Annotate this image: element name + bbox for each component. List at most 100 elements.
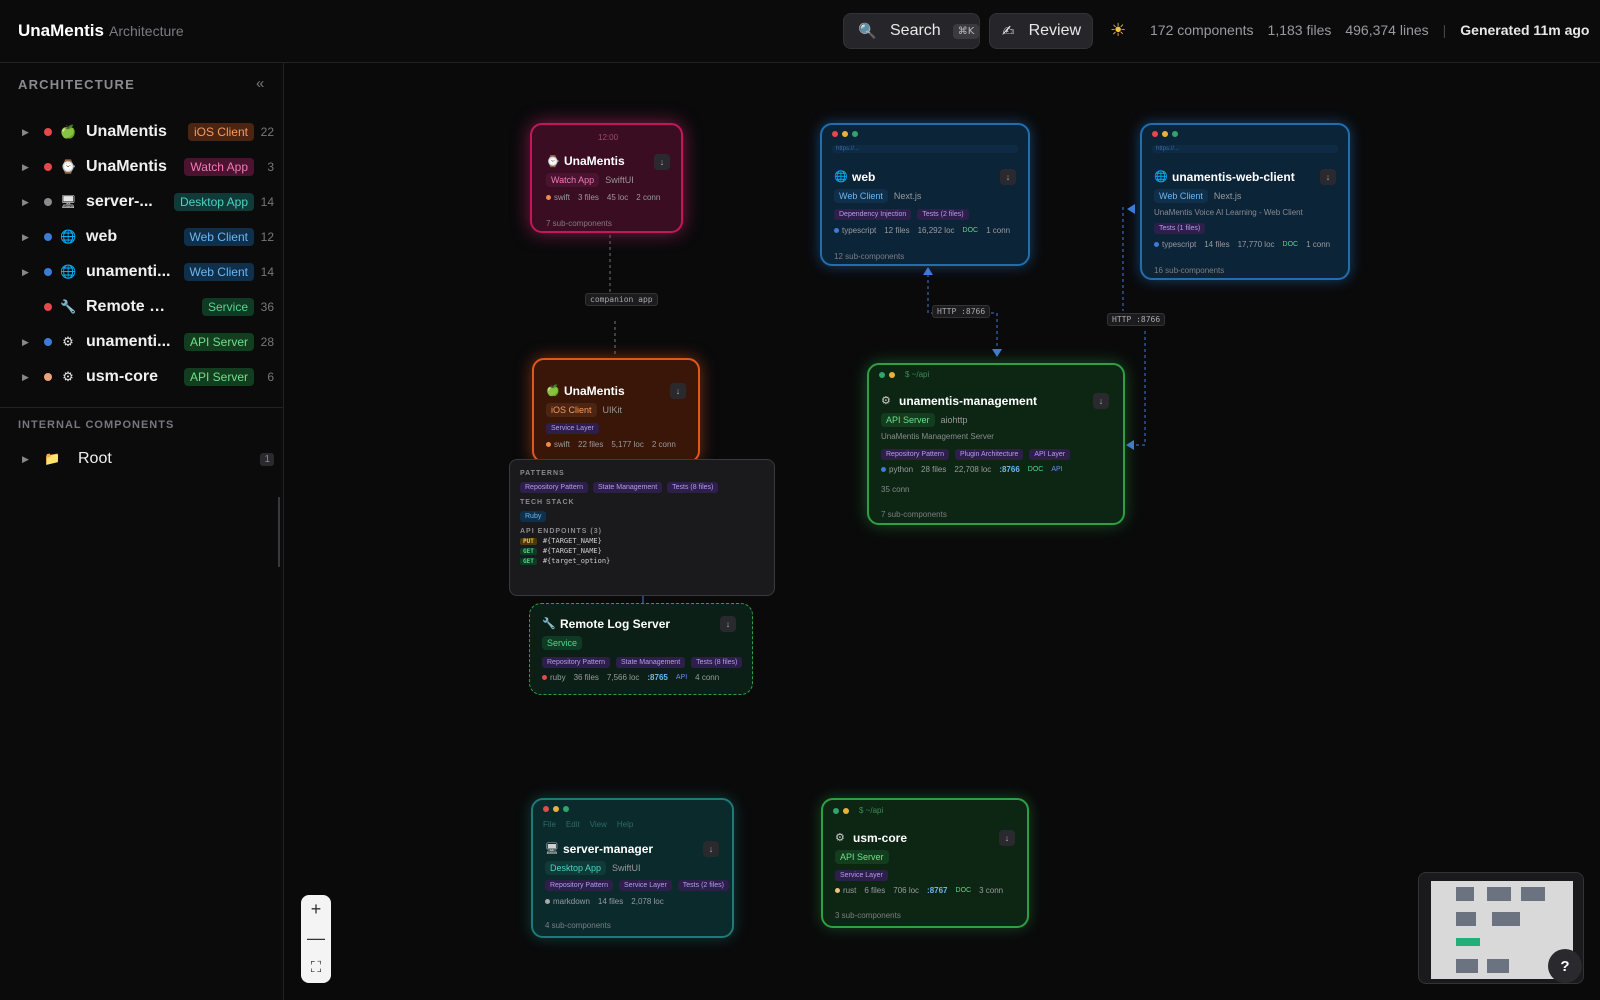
expand-icon[interactable]: ▶ xyxy=(22,232,32,243)
window-lights xyxy=(833,808,849,814)
tree-item-unamentis-web-client[interactable]: ▶ 🌐 unamenti... Web Client 14 xyxy=(0,257,284,287)
expand-icon[interactable]: ▶ xyxy=(22,454,32,465)
type-badge: Desktop App xyxy=(173,193,254,211)
download-icon[interactable]: ↓ xyxy=(1000,169,1016,185)
details-popover: PATTERNS Repository Pattern State Manage… xyxy=(509,459,775,596)
pattern-tag: Service Layer xyxy=(618,880,672,891)
download-icon[interactable]: ↓ xyxy=(654,154,670,170)
pattern-tag: Repository Pattern xyxy=(545,880,613,891)
download-icon[interactable]: ↓ xyxy=(720,616,736,632)
pattern-tag: Dependency Injection xyxy=(834,209,912,220)
gear-icon: ⚙ xyxy=(62,334,74,349)
sidebar-divider xyxy=(0,407,284,408)
tech-label: SwiftUI xyxy=(605,175,634,185)
tree-item-root[interactable]: ▶ 📁 Root 1 xyxy=(0,444,284,474)
tech-stack-heading: TECH STACK xyxy=(520,499,575,506)
type-badge: Web Client xyxy=(183,228,254,246)
tree-item-web[interactable]: ▶ 🌐 web Web Client 12 xyxy=(0,222,284,252)
type-badge: iOS Client xyxy=(546,403,597,417)
node-web[interactable]: https://... 🌐 web ↓ Web Client Next.js D… xyxy=(820,123,1030,266)
help-button[interactable]: ? xyxy=(1548,949,1582,983)
component-count: 12 xyxy=(260,230,274,244)
component-count: 6 xyxy=(267,370,274,384)
node-title: unamentis-web-client xyxy=(1172,170,1295,184)
arrow-head xyxy=(992,349,1002,357)
sidebar-scrollbar[interactable] xyxy=(278,497,280,567)
component-count: 28 xyxy=(260,335,274,349)
globe-icon: 🌐 xyxy=(834,171,848,183)
tree-item-usm-core[interactable]: ▶ ⚙ usm-core API Server 6 xyxy=(0,362,284,392)
node-server-manager[interactable]: File Edit View Help 🖥 server-manager ↓ Desk… xyxy=(531,798,734,938)
app-title: UnaMentis xyxy=(18,21,104,40)
type-badge: API Server xyxy=(835,850,889,864)
components-count: 172 components xyxy=(1150,22,1254,38)
fit-view-button[interactable]: ⛶ xyxy=(301,953,331,982)
files-count: 1,183 files xyxy=(1267,22,1332,38)
tree-item-label: UnaMentis xyxy=(86,123,167,140)
zoom-out-button[interactable]: — xyxy=(301,924,331,953)
tree-item-server-manager[interactable]: ▶ 🖥 server-... Desktop App 14 xyxy=(0,187,284,217)
download-icon[interactable]: ↓ xyxy=(703,841,719,857)
generated-time: Generated 11m ago xyxy=(1460,22,1590,38)
gear-icon: ⚙ xyxy=(835,832,845,844)
theme-toggle-sun-icon[interactable]: ☀ xyxy=(1110,20,1126,41)
collapse-sidebar-button[interactable]: « xyxy=(256,75,264,92)
node-usm-core[interactable]: $ ~/api ⚙ usm-core ↓ API Server Service … xyxy=(821,798,1029,928)
download-icon[interactable]: ↓ xyxy=(999,830,1015,846)
tree-item-remote-log-server[interactable]: ▶ 🔧 Remote Lo... Service 36 xyxy=(0,292,284,322)
node-title: server-manager xyxy=(563,842,654,856)
pattern-tag: Repository Pattern xyxy=(542,657,610,668)
search-label: Search xyxy=(890,22,941,39)
download-icon[interactable]: ↓ xyxy=(1093,393,1109,409)
review-button[interactable]: ✍ Review xyxy=(989,13,1093,49)
tech-label: SwiftUI xyxy=(612,863,641,873)
component-count: 22 xyxy=(260,125,274,139)
expand-icon[interactable]: ▶ xyxy=(22,197,32,208)
terminal-prompt: $ ~/api xyxy=(905,370,930,379)
sidebar-heading: ARCHITECTURE xyxy=(18,77,135,92)
zoom-in-button[interactable]: + xyxy=(301,895,331,924)
expand-icon[interactable]: ▶ xyxy=(22,267,32,278)
expand-icon[interactable]: ▶ xyxy=(22,127,32,138)
expand-icon[interactable]: ▶ xyxy=(22,372,32,383)
tree-item-unamentis-watch[interactable]: ▶ ⌚ UnaMentis Watch App 3 xyxy=(0,152,284,182)
type-badge: Web Client xyxy=(834,189,888,203)
minimap-node xyxy=(1521,887,1545,901)
node-unamentis-management[interactable]: $ ~/api ⚙ unamentis-management ↓ API Ser… xyxy=(867,363,1125,525)
node-unamentis-web-client[interactable]: https://... 🌐 unamentis-web-client ↓ Web… xyxy=(1140,123,1350,280)
watch-time: 12:00 xyxy=(598,133,619,142)
tree-item-label: unamenti... xyxy=(86,263,171,280)
gear-icon: ⚙ xyxy=(881,395,891,407)
tree-item-label: server-... xyxy=(86,193,153,210)
node-unamentis-ios[interactable]: 🍏 UnaMentis ↓ iOS Client UIKit Service L… xyxy=(532,358,700,463)
search-button[interactable]: 🔍 Search ⌘K xyxy=(843,13,980,49)
type-badge: Desktop App xyxy=(545,861,607,875)
expand-icon[interactable]: ▶ xyxy=(22,337,32,348)
diagram-canvas[interactable]: companion app HTTP :8766 HTTP :8766 12:0… xyxy=(285,63,1600,1000)
minimap-node xyxy=(1456,912,1476,926)
node-title: unamentis-management xyxy=(899,394,1038,408)
sub-components: 7 sub-components xyxy=(881,510,947,519)
node-remote-log-server[interactable]: 🔧 Remote Log Server ↓ Service Repository… xyxy=(529,603,753,695)
lines-count: 496,374 lines xyxy=(1345,22,1429,38)
minimap-node xyxy=(1492,912,1520,926)
node-unamentis-watch[interactable]: 12:00 ⌚ UnaMentis ↓ Watch App SwiftUI sw… xyxy=(530,123,683,233)
pattern-tag: State Management xyxy=(592,482,663,493)
pattern-tag: Tests (2 files) xyxy=(677,880,730,891)
download-icon[interactable]: ↓ xyxy=(670,383,686,399)
expand-icon[interactable]: ▶ xyxy=(22,162,32,173)
type-badge: Web Client xyxy=(1154,189,1208,203)
internal-components-heading: INTERNAL COMPONENTS xyxy=(18,419,175,431)
tree-item-unamentis-ios[interactable]: ▶ 🍏 UnaMentis iOS Client 22 xyxy=(0,117,284,147)
download-icon[interactable]: ↓ xyxy=(1320,169,1336,185)
endpoint-row: PUT #{TARGET_NAME} xyxy=(520,537,764,545)
node-title: web xyxy=(852,170,876,184)
pattern-tag: Service Layer xyxy=(835,870,888,881)
globe-icon: 🌐 xyxy=(1154,171,1168,183)
type-badge: Service xyxy=(201,298,254,316)
type-badge: Watch App xyxy=(546,173,600,187)
pattern-tag: Repository Pattern xyxy=(520,482,588,493)
pattern-tag: Service Layer xyxy=(546,423,599,434)
tech-label: Next.js xyxy=(893,191,922,201)
tree-item-unamentis-management[interactable]: ▶ ⚙ unamenti... API Server 28 xyxy=(0,327,284,357)
